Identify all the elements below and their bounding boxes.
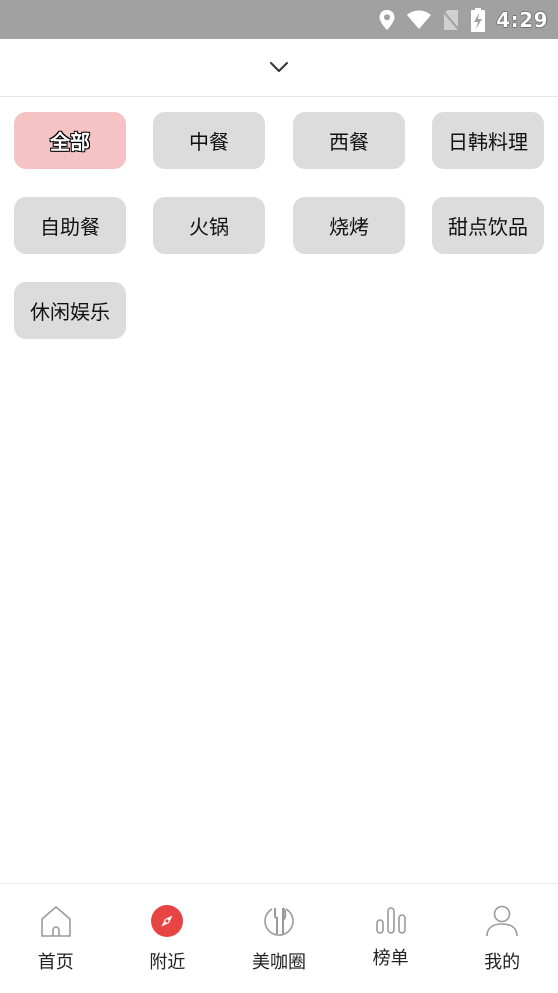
category-chip-all[interactable]: 全部 bbox=[14, 112, 126, 169]
location-icon bbox=[378, 9, 396, 31]
category-chip-leisure[interactable]: 休闲娱乐 bbox=[14, 282, 126, 339]
bar-chart-icon bbox=[374, 904, 408, 938]
bottom-tab-bar: 首页 附近 美咖圈 榜单 我的 bbox=[0, 883, 558, 993]
tab-profile[interactable]: 我的 bbox=[446, 884, 558, 993]
category-chip-chinese[interactable]: 中餐 bbox=[153, 112, 265, 169]
no-sim-icon bbox=[442, 9, 461, 31]
category-chip-western[interactable]: 西餐 bbox=[293, 112, 405, 169]
dropdown-toggle[interactable] bbox=[0, 39, 558, 97]
compass-icon bbox=[150, 904, 184, 942]
status-bar: 4:29 bbox=[0, 0, 558, 39]
wifi-icon bbox=[406, 10, 432, 30]
category-chip-hotpot[interactable]: 火锅 bbox=[153, 197, 265, 254]
tab-label: 首页 bbox=[37, 952, 74, 973]
battery-charging-icon bbox=[470, 7, 486, 32]
tab-label: 附近 bbox=[149, 952, 186, 973]
tab-label: 我的 bbox=[484, 952, 521, 973]
user-icon bbox=[485, 904, 519, 942]
home-icon bbox=[39, 904, 73, 942]
tab-nearby[interactable]: 附近 bbox=[112, 884, 224, 993]
dining-icon bbox=[262, 904, 296, 942]
category-chip-buffet[interactable]: 自助餐 bbox=[14, 197, 126, 254]
chevron-down-icon[interactable] bbox=[269, 58, 289, 77]
tab-label: 美咖圈 bbox=[251, 952, 306, 973]
status-time: 4:29 bbox=[496, 7, 548, 32]
category-chip-japanese-korean[interactable]: 日韩料理 bbox=[432, 112, 544, 169]
tab-ranking[interactable]: 榜单 bbox=[335, 884, 447, 993]
status-icons: 4:29 bbox=[378, 0, 548, 39]
tab-label: 榜单 bbox=[372, 948, 409, 969]
tab-meika-circle[interactable]: 美咖圈 bbox=[223, 884, 335, 993]
category-chip-bbq[interactable]: 烧烤 bbox=[293, 197, 405, 254]
category-chip-desserts-drinks[interactable]: 甜点饮品 bbox=[432, 197, 544, 254]
tab-home[interactable]: 首页 bbox=[0, 884, 112, 993]
